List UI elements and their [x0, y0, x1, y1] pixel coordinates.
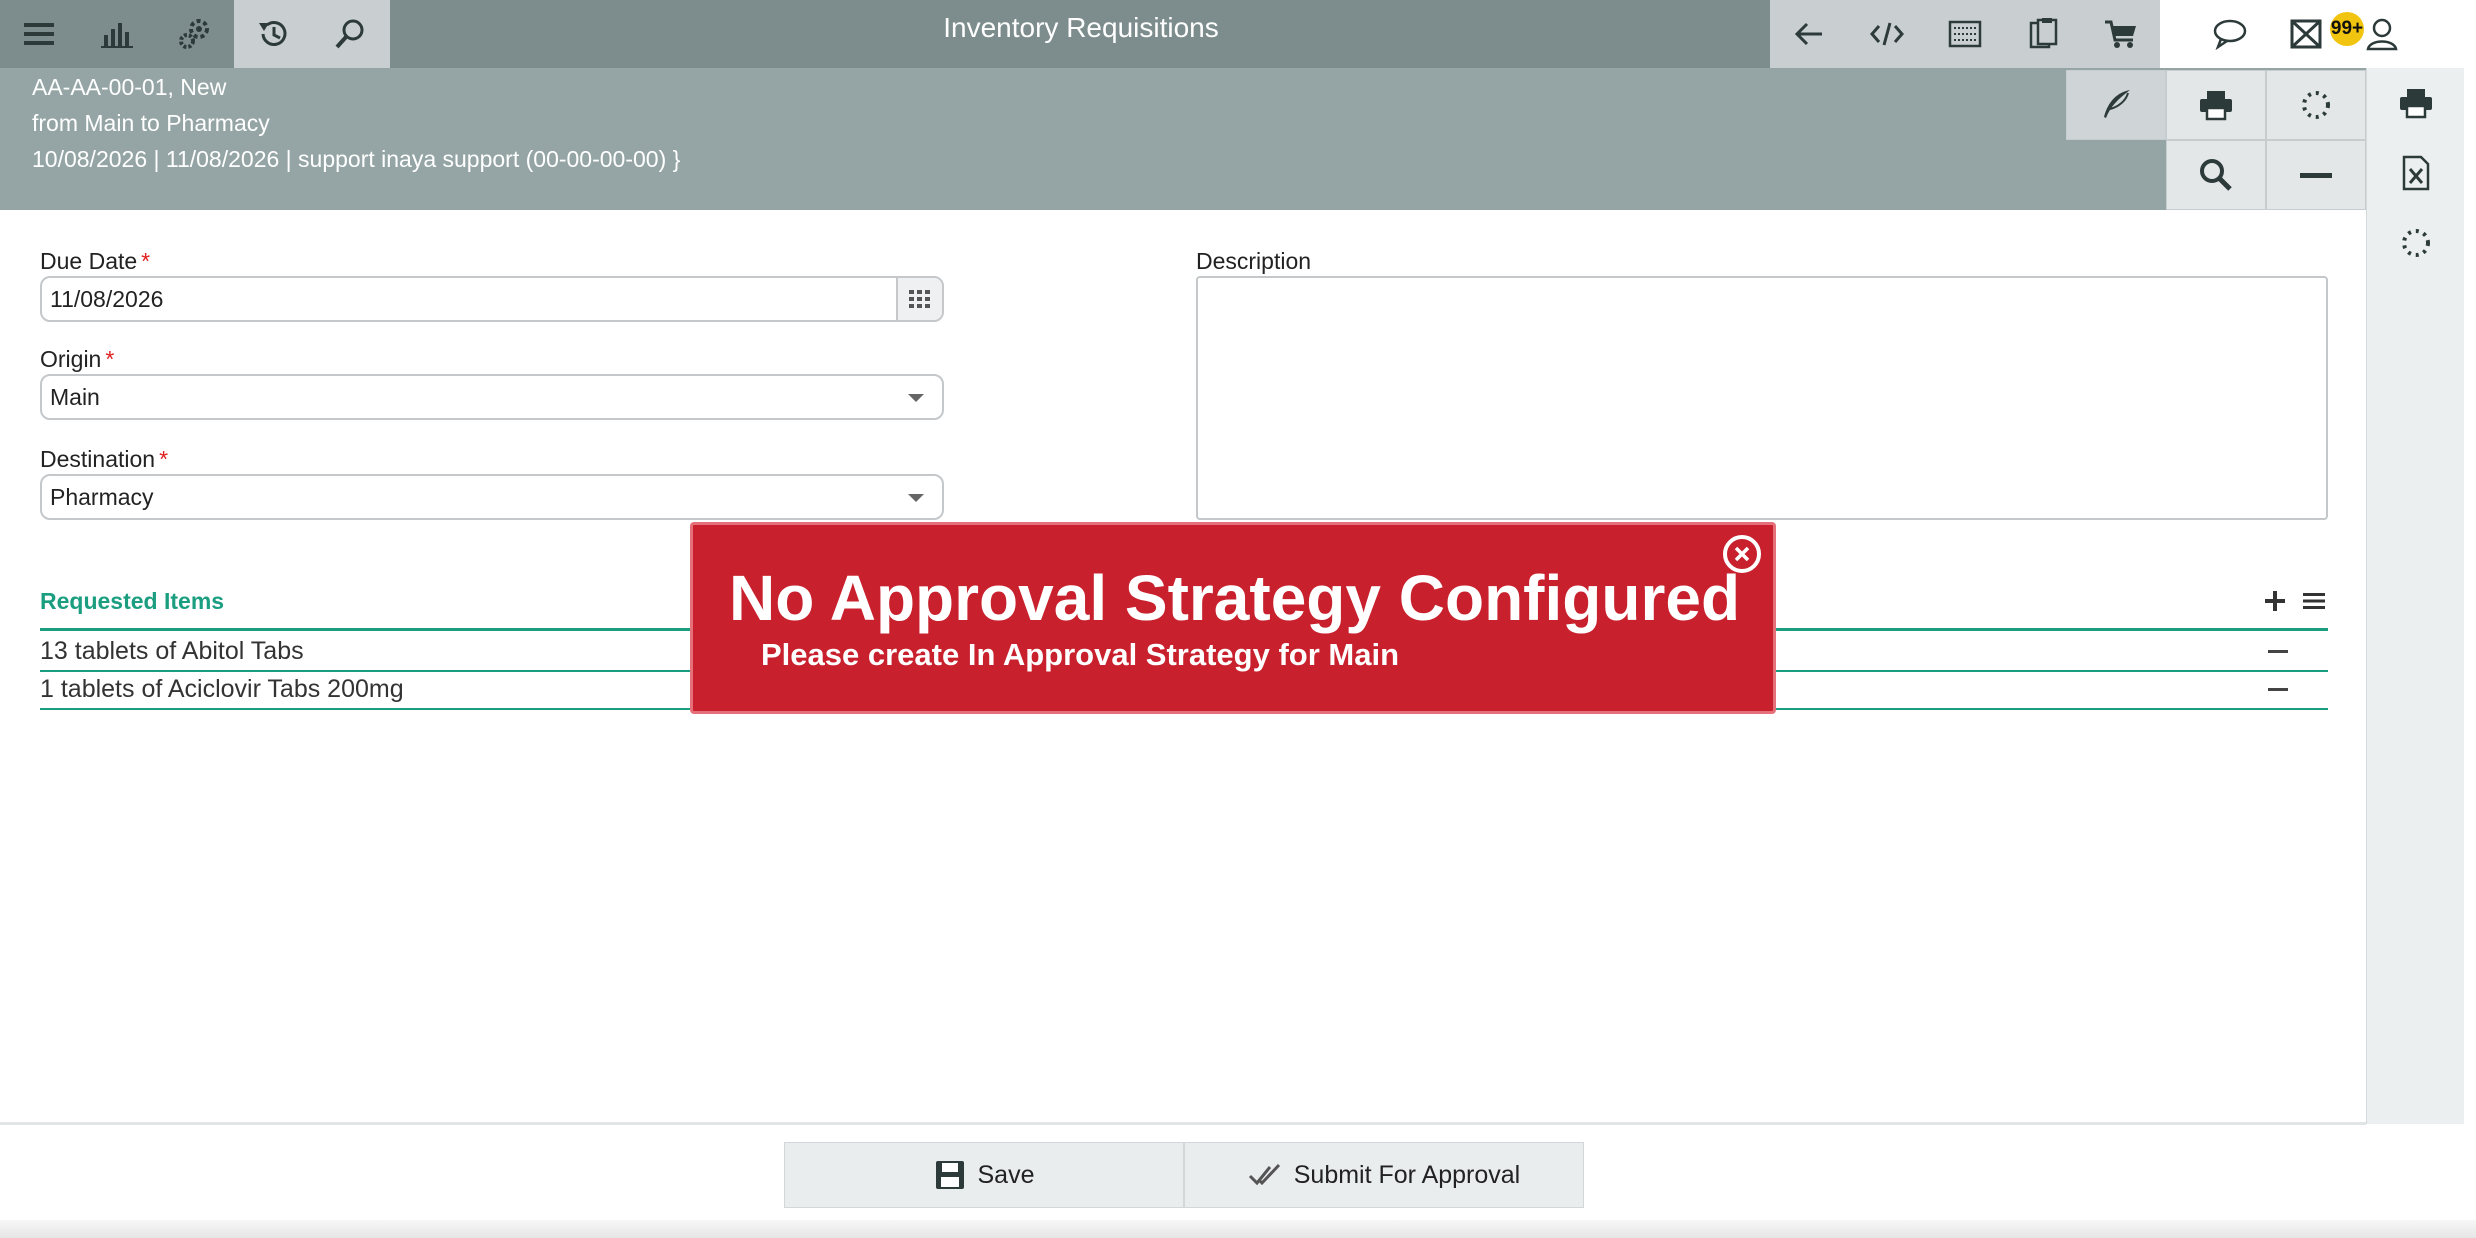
list-item[interactable]: 1 tablets of Aciclovir Tabs 200mg [40, 675, 404, 704]
spinner-icon [2302, 91, 2330, 119]
code-icon [1870, 22, 1904, 46]
list-menu-icon[interactable] [2302, 591, 2326, 611]
spinner-icon [2402, 229, 2430, 257]
origin-value: Main [50, 384, 100, 410]
excel-icon [2402, 155, 2430, 191]
toolbar-user [2160, 0, 2476, 68]
remove-item-icon[interactable] [2268, 650, 2288, 653]
calendar-icon [909, 290, 930, 308]
minus-icon [2300, 173, 2332, 178]
side-loading-indicator [2367, 208, 2465, 278]
add-item-icon[interactable] [2264, 590, 2286, 612]
window-bottom-edge [0, 1220, 2476, 1238]
action-grid [2066, 68, 2366, 210]
alert-message: Please create In Approval Strategy for M… [761, 637, 1400, 672]
printer-icon [2400, 89, 2432, 119]
search-button[interactable] [312, 0, 390, 68]
collapse-button[interactable] [2266, 140, 2366, 210]
history-icon [259, 21, 287, 46]
cart-button[interactable] [2082, 0, 2160, 68]
destination-label: Destination * [40, 446, 169, 472]
alert-title: No Approval Strategy Configured [729, 562, 1741, 634]
due-date-value: 11/08/2026 [50, 286, 164, 312]
chat-button[interactable] [2192, 0, 2268, 68]
search-icon [335, 19, 364, 49]
due-date-label: Due Date * [40, 248, 151, 274]
reports-button[interactable] [78, 0, 156, 68]
alert-close-button[interactable] [1723, 535, 1761, 573]
toolbar-left [0, 0, 392, 68]
sign-button[interactable] [2066, 70, 2166, 140]
top-bar: Inventory Requisitions 99+ [0, 0, 2476, 68]
arrow-left-icon [1794, 22, 1822, 46]
due-date-field[interactable]: 11/08/2026 [40, 276, 944, 322]
double-check-icon [1248, 1163, 1280, 1186]
submit-label: Submit For Approval [1293, 1160, 1521, 1189]
floppy-disk-icon [935, 1161, 964, 1189]
error-alert: No Approval Strategy Configured Please c… [690, 522, 1776, 714]
mail-icon [2290, 19, 2322, 49]
app-window: Inventory Requisitions 99+ AA-AA-00-01, … [0, 0, 2476, 1238]
chevron-down-icon [908, 394, 924, 402]
history-button[interactable] [234, 0, 312, 68]
side-print-button[interactable] [2367, 68, 2465, 138]
export-excel-button[interactable] [2367, 138, 2465, 208]
clipboard-icon [2029, 18, 2058, 49]
description-label: Description [1196, 248, 1312, 274]
remove-item-icon[interactable] [2268, 688, 2288, 691]
menu-button[interactable] [0, 0, 78, 68]
code-button[interactable] [1848, 0, 1926, 68]
print-button[interactable] [2166, 70, 2266, 140]
save-label: Save [977, 1160, 1035, 1189]
loading-indicator [2266, 70, 2366, 140]
record-id: AA-AA-00-01, New [32, 74, 227, 100]
back-button[interactable] [1770, 0, 1848, 68]
destination-value: Pharmacy [50, 484, 154, 510]
record-dates: 10/08/2026 | 11/08/2026 | support inaya … [32, 146, 681, 172]
list-item[interactable]: 13 tablets of Abitol Tabs [40, 637, 304, 666]
barcode-icon [1948, 20, 1982, 48]
submit-for-approval-button[interactable]: Submit For Approval [1184, 1142, 1584, 1208]
printer-icon [2200, 91, 2232, 121]
settings-button[interactable] [156, 0, 234, 68]
description-textarea[interactable] [1196, 276, 2328, 520]
magnifier-icon [2200, 159, 2232, 191]
close-icon [1734, 546, 1750, 562]
cart-icon [2105, 20, 2136, 48]
chat-icon [2213, 19, 2247, 50]
destination-select[interactable]: Pharmacy [40, 474, 944, 520]
toolbar-right [1770, 0, 2160, 68]
bar-chart-icon [101, 23, 133, 48]
zoom-button[interactable] [2166, 140, 2266, 210]
calendar-button[interactable] [896, 278, 942, 320]
user-icon [2366, 18, 2398, 51]
feather-icon [2104, 90, 2130, 118]
save-button[interactable]: Save [784, 1142, 1184, 1208]
mail-count: 99+ [2330, 18, 2364, 39]
barcode-button[interactable] [1926, 0, 2004, 68]
side-actions [2366, 68, 2464, 1124]
origin-select[interactable]: Main [40, 374, 944, 420]
mail-count-badge: 99+ [2330, 12, 2364, 46]
origin-label: Origin * [40, 346, 115, 372]
content-border [0, 1122, 2366, 1125]
clipboard-button[interactable] [2004, 0, 2082, 68]
hamburger-icon [24, 23, 54, 45]
requested-items-title: Requested Items [40, 588, 225, 614]
record-route: from Main to Pharmacy [32, 110, 270, 136]
record-header: AA-AA-00-01, New from Main to Pharmacy 1… [0, 68, 2165, 210]
gears-icon [179, 19, 209, 49]
page-title: Inventory Requisitions [943, 12, 1219, 43]
chevron-down-icon [908, 494, 924, 502]
